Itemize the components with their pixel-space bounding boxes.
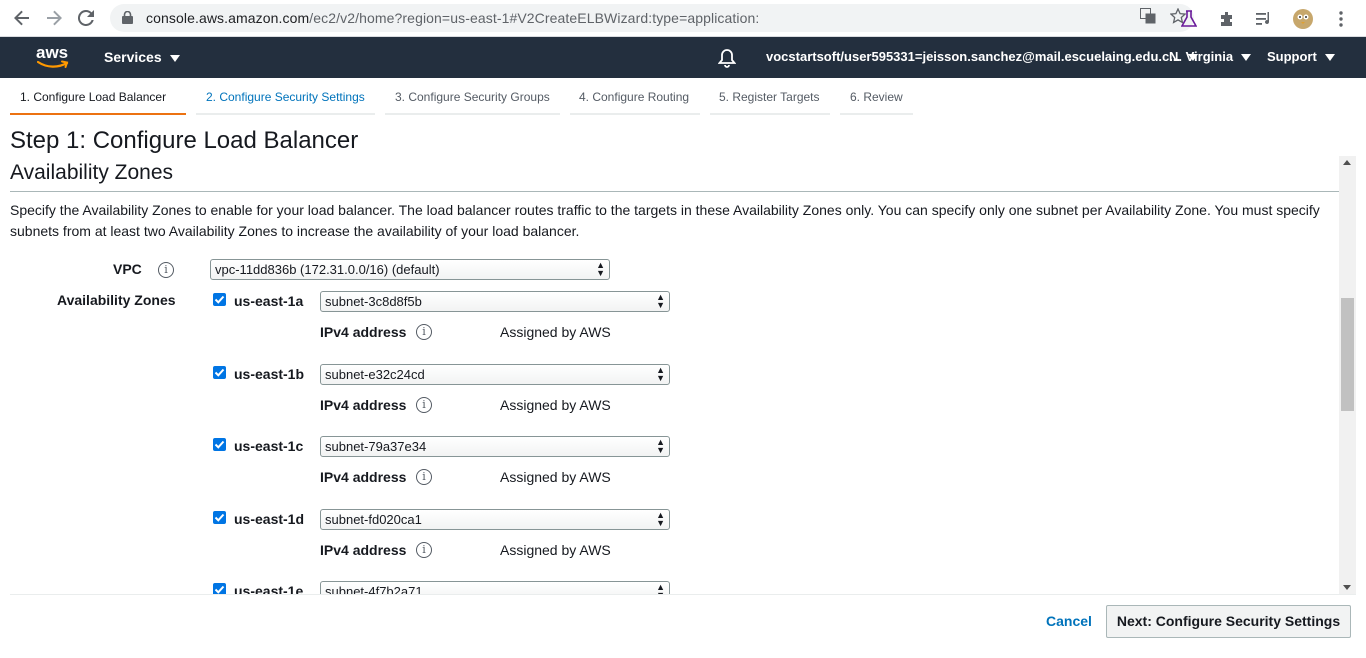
zone-checkbox[interactable]	[213, 438, 226, 451]
next-configure-security-settings-button[interactable]: Next: Configure Security Settings	[1106, 605, 1351, 638]
aws-logo[interactable]: aws	[36, 43, 72, 71]
zone-row: us-east-1c subnet-79a37e34 ▲ ▼ IPv4 address i…	[0, 436, 1339, 510]
select-arrows-icon: ▲▼	[656, 437, 665, 455]
services-menu[interactable]: Services	[104, 49, 180, 65]
browser-menu-icon[interactable]	[1330, 8, 1352, 30]
tab-configure-routing: 4. Configure Routing	[570, 90, 700, 115]
region-label: N. Virginia	[1169, 49, 1234, 64]
subnet-select-value: subnet-e32c24cd	[325, 366, 425, 382]
footer-divider	[10, 594, 1356, 595]
checkmark-icon	[214, 295, 225, 304]
url-text: console.aws.amazon.com/ec2/v2/home?regio…	[146, 10, 759, 26]
select-arrows-icon: ▲▼	[656, 292, 665, 310]
cancel-button[interactable]: Cancel	[1046, 613, 1092, 629]
profile-avatar-icon[interactable]	[1292, 8, 1314, 30]
lock-icon	[122, 10, 136, 25]
caret-down-icon	[1324, 54, 1335, 62]
select-arrows-icon: ▲▼	[656, 509, 665, 528]
zone-row: us-east-1b subnet-e32c24cd ▲ ▼ IPv4 address i…	[0, 363, 1339, 438]
address-bar[interactable]: console.aws.amazon.com/ec2/v2/home?regio…	[110, 4, 1194, 32]
support-menu[interactable]: Support	[1267, 49, 1335, 64]
url-host: console.aws.amazon.com	[146, 10, 310, 26]
subnet-select[interactable]: subnet-4f7b2a71 ▲▼	[320, 581, 670, 594]
ipv4-assigned-value: Assigned by AWS	[500, 469, 611, 485]
ipv4-address-label: IPv4 address	[320, 396, 407, 413]
zone-name: us-east-1e	[234, 583, 304, 594]
zone-name: us-east-1a	[234, 293, 304, 309]
zone-checkbox[interactable]	[213, 365, 226, 379]
scrollbar-thumb[interactable]	[1341, 298, 1354, 411]
checkmark-icon	[214, 585, 225, 594]
translate-icon[interactable]	[1140, 8, 1156, 28]
content-scrollbar[interactable]	[1339, 156, 1356, 594]
ipv4-info-icon[interactable]: i	[416, 469, 432, 485]
checkmark-icon	[214, 440, 225, 449]
ipv4-info-icon[interactable]: i	[416, 324, 432, 340]
caret-down-icon	[1241, 54, 1252, 62]
lab-flask-icon[interactable]	[1178, 8, 1200, 30]
zone-row: us-east-1d subnet-fd020ca1 ▲ ▼ IPv4 address i…	[0, 508, 1339, 583]
subnet-select-value: subnet-3c8d8f5b	[325, 294, 422, 309]
subnet-select[interactable]: subnet-fd020ca1 ▲ ▼	[320, 508, 670, 530]
support-label: Support	[1267, 49, 1317, 64]
region-menu[interactable]: N. Virginia	[1169, 49, 1252, 64]
reload-icon[interactable]	[74, 6, 98, 30]
tab-configure-security-settings[interactable]: 2. Configure Security Settings	[196, 90, 375, 115]
zone-name: us-east-1b	[234, 365, 305, 382]
page-title: Step 1: Configure Load Balancer	[10, 127, 359, 154]
tab-review: 6. Review	[840, 90, 913, 115]
checkmark-icon	[214, 513, 225, 522]
account-label: vocstartsoft/user595331=jeisson.sanchez@…	[766, 49, 1181, 64]
zone-name: us-east-1d	[234, 510, 305, 527]
subnet-select[interactable]: subnet-79a37e34 ▲ ▼	[320, 436, 670, 457]
url-path: /ec2/v2/home?region=us-east-1#V2CreateEL…	[309, 10, 760, 26]
select-arrows-icon: ▲▼	[656, 364, 665, 383]
tab-configure-security-groups: 3. Configure Security Groups	[385, 90, 560, 115]
subnet-select-value: subnet-4f7b2a71	[325, 584, 423, 594]
select-arrows-icon: ▲▼	[656, 582, 665, 595]
scroll-down-icon[interactable]	[1343, 585, 1351, 590]
zone-row: us-east-1a subnet-3c8d8f5b ▲ ▼ IPv4 address i…	[0, 291, 1339, 365]
ipv4-info-icon[interactable]: i	[416, 541, 432, 558]
zone-checkbox[interactable]	[213, 293, 226, 306]
zone-name: us-east-1c	[234, 438, 304, 454]
subnet-select-value: subnet-fd020ca1	[325, 511, 422, 527]
tab-register-targets: 5. Register Targets	[710, 90, 830, 115]
ipv4-assigned-value: Assigned by AWS	[500, 324, 611, 340]
account-menu[interactable]: vocstartsoft/user595331=jeisson.sanchez@…	[766, 49, 1199, 64]
notifications-bell-icon[interactable]	[717, 48, 737, 68]
aws-smile-icon	[37, 60, 69, 68]
zones-scroll-region[interactable]: us-east-1a subnet-3c8d8f5b ▲ ▼ IPv4 address i…	[0, 156, 1339, 594]
back-icon[interactable]	[10, 6, 34, 30]
subnet-select[interactable]: subnet-3c8d8f5b ▲ ▼	[320, 291, 670, 312]
zone-checkbox[interactable]	[213, 583, 226, 594]
browser-toolbar: console.aws.amazon.com/ec2/v2/home?regio…	[0, 0, 1366, 37]
caret-down-icon	[169, 54, 180, 62]
ipv4-address-label: IPv4 address	[320, 541, 407, 558]
ipv4-address-label: IPv4 address	[320, 324, 407, 340]
scroll-up-icon[interactable]	[1343, 160, 1351, 165]
extensions-puzzle-icon[interactable]	[1216, 8, 1238, 30]
services-label: Services	[104, 49, 162, 65]
zone-checkbox[interactable]	[213, 510, 226, 524]
tab-configure-load-balancer[interactable]: 1. Configure Load Balancer	[10, 90, 186, 115]
forward-icon[interactable]	[42, 6, 66, 30]
media-queue-icon[interactable]	[1254, 8, 1276, 30]
zone-row: us-east-1esubnet-4f7b2a71▲▼IPv4 addressi…	[0, 581, 1339, 594]
subnet-select-value: subnet-79a37e34	[325, 439, 427, 454]
extensions-bar	[1178, 0, 1366, 37]
subnet-select[interactable]: subnet-e32c24cd ▲ ▼	[320, 363, 670, 385]
wizard-tabs: 1. Configure Load Balancer 2. Configure …	[0, 78, 1366, 118]
ipv4-assigned-value: Assigned by AWS	[500, 396, 611, 413]
ipv4-info-icon[interactable]: i	[416, 396, 432, 413]
ipv4-address-label: IPv4 address	[320, 469, 407, 485]
checkmark-icon	[214, 368, 225, 377]
ipv4-assigned-value: Assigned by AWS	[500, 541, 611, 558]
